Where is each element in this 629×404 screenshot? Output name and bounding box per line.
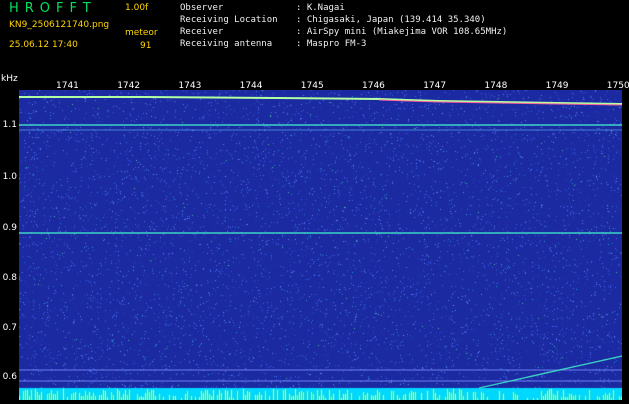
y-tick-label: 1.1	[2, 120, 17, 130]
receiver-label: Receiver	[180, 27, 224, 37]
carrier-trace	[19, 96, 622, 105]
version-label: 1.00f	[125, 3, 149, 13]
observer-label: Observer	[180, 3, 224, 13]
filename-label: KN9_2506121740.png	[9, 20, 110, 30]
y-tick-label: 0.9	[2, 223, 17, 233]
unit-label: kHz	[1, 74, 18, 84]
spectrogram-overlay	[19, 96, 622, 389]
location-value: : Chigasaki, Japan (139.414 35.340)	[296, 15, 486, 25]
header-panel: HROFFT 1.00f KN9_2506121740.png meteor 2…	[0, 0, 629, 76]
y-tick-label: 1.0	[2, 172, 17, 182]
spectrogram-plot	[19, 90, 622, 400]
observer-value: : K.Nagai	[296, 3, 345, 13]
antenna-label: Receiving antenna	[180, 39, 273, 49]
datetime-label: 25.06.12 17:40	[9, 40, 78, 50]
app-title: HROFFT	[9, 1, 97, 16]
y-tick-label: 0.8	[2, 273, 17, 283]
meteor-count: 91	[140, 41, 152, 51]
sloped-trace	[478, 355, 622, 389]
receiver-value: : AirSpy mini (Miakejima VOR 108.65MHz)	[296, 27, 508, 37]
location-label: Receiving Location	[180, 15, 278, 25]
antenna-value: : Maspro FM-3	[296, 39, 367, 49]
meteor-label: meteor	[125, 28, 158, 38]
y-tick-label: 0.7	[2, 323, 17, 333]
y-tick-label: 0.6	[2, 372, 17, 382]
